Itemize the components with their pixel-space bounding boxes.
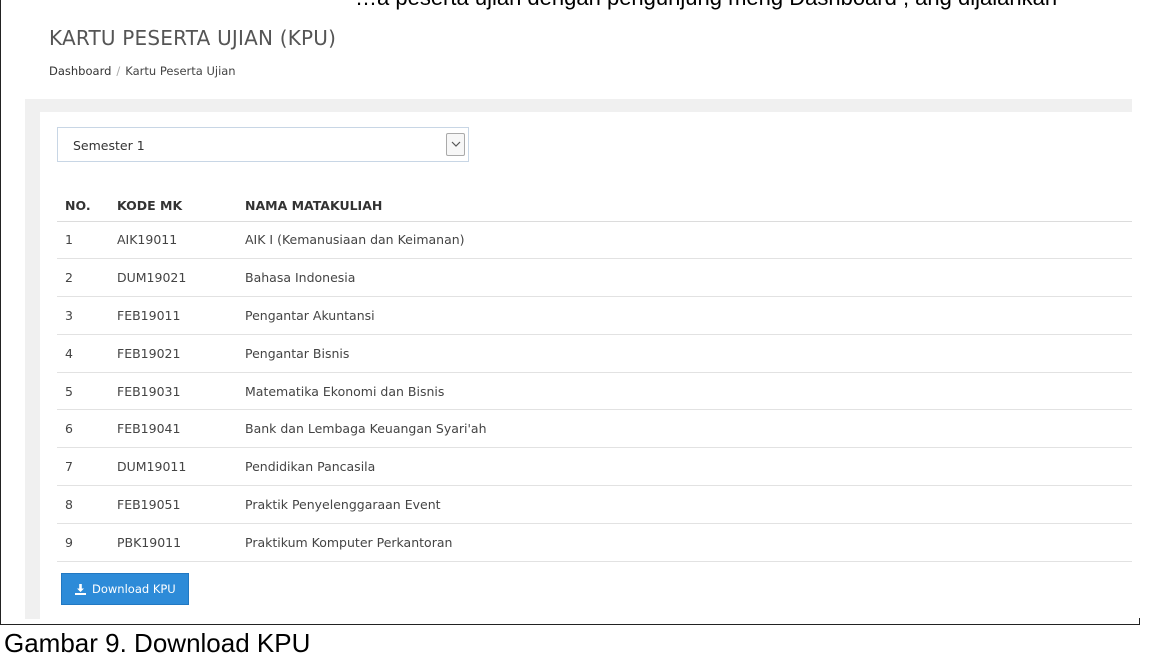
cell-nama-matakuliah: Praktikum Komputer Perkantoran <box>237 523 1132 562</box>
cell-no: 8 <box>57 485 109 524</box>
cell-kode-mk: AIK19011 <box>109 221 237 260</box>
table-row: 1 AIK19011 AIK I (Kemanusiaan dan Keiman… <box>57 221 1132 260</box>
chevron-down-icon <box>451 141 461 147</box>
page-title: KARTU PESERTA UJIAN (KPU) <box>49 26 337 50</box>
cell-no: 1 <box>57 221 109 260</box>
figure-border-left <box>0 0 1 625</box>
download-kpu-label: Download KPU <box>92 582 176 596</box>
table-row: 3 FEB19011 Pengantar Akuntansi <box>57 296 1132 335</box>
semester-select-value: Semester 1 <box>73 138 145 153</box>
cell-nama-matakuliah: Pendidikan Pancasila <box>237 447 1132 487</box>
document-text-cut-off: …a peserta ujian dengan pengunjung meng … <box>0 0 1166 10</box>
breadcrumb-dashboard-link[interactable]: Dashboard <box>49 64 111 78</box>
cell-nama-matakuliah: Pengantar Akuntansi <box>237 296 1132 335</box>
cell-kode-mk: FEB19041 <box>109 409 237 449</box>
cell-no: 2 <box>57 258 109 298</box>
breadcrumb-separator: / <box>116 64 121 78</box>
table-row: 7 DUM19011 Pendidikan Pancasila <box>57 447 1132 487</box>
column-header-no: NO. <box>57 190 109 222</box>
cell-kode-mk: FEB19031 <box>109 372 237 411</box>
table-row: 8 FEB19051 Praktik Penyelenggaraan Event <box>57 485 1132 524</box>
course-table: NO. KODE MK NAMA MATAKULIAH 1 AIK19011 A… <box>57 190 1132 562</box>
cell-no: 9 <box>57 523 109 562</box>
column-header-kode-mk: KODE MK <box>109 190 237 222</box>
cell-nama-matakuliah: Pengantar Bisnis <box>237 334 1132 373</box>
cell-nama-matakuliah: Matematika Ekonomi dan Bisnis <box>237 372 1132 411</box>
table-row: 9 PBK19011 Praktikum Komputer Perkantora… <box>57 523 1132 562</box>
cell-nama-matakuliah: AIK I (Kemanusiaan dan Keimanan) <box>237 221 1132 260</box>
cell-kode-mk: PBK19011 <box>109 523 237 562</box>
cell-kode-mk: FEB19021 <box>109 334 237 373</box>
column-header-nama-matakuliah: NAMA MATAKULIAH <box>237 190 1132 222</box>
cell-kode-mk: DUM19011 <box>109 447 237 487</box>
cell-no: 6 <box>57 409 109 449</box>
breadcrumb: Dashboard / Kartu Peserta Ujian <box>49 64 236 78</box>
download-icon <box>75 583 86 595</box>
breadcrumb-current: Kartu Peserta Ujian <box>125 64 236 78</box>
table-row: 4 FEB19021 Pengantar Bisnis <box>57 334 1132 373</box>
semester-select-toggle[interactable] <box>446 133 465 156</box>
cell-no: 7 <box>57 447 109 487</box>
semester-select[interactable]: Semester 1 <box>57 127 469 162</box>
cell-no: 4 <box>57 334 109 373</box>
table-row: 5 FEB19031 Matematika Ekonomi dan Bisnis <box>57 372 1132 411</box>
table-row: 6 FEB19041 Bank dan Lembaga Keuangan Sya… <box>57 409 1132 449</box>
cell-nama-matakuliah: Bahasa Indonesia <box>237 258 1132 298</box>
figure-border-right <box>1139 618 1140 625</box>
figure-border-bottom <box>0 624 1140 625</box>
cell-kode-mk: FEB19011 <box>109 296 237 335</box>
cell-kode-mk: DUM19021 <box>109 258 237 298</box>
cell-no: 3 <box>57 296 109 335</box>
cell-kode-mk: FEB19051 <box>109 485 237 524</box>
cell-nama-matakuliah: Praktik Penyelenggaraan Event <box>237 485 1132 524</box>
table-row: 2 DUM19021 Bahasa Indonesia <box>57 258 1132 298</box>
cell-nama-matakuliah: Bank dan Lembaga Keuangan Syari'ah <box>237 409 1132 449</box>
figure-caption: Gambar 9. Download KPU <box>4 628 311 658</box>
table-header-row: NO. KODE MK NAMA MATAKULIAH <box>57 190 1132 222</box>
download-kpu-button[interactable]: Download KPU <box>61 573 189 605</box>
cell-no: 5 <box>57 372 109 411</box>
